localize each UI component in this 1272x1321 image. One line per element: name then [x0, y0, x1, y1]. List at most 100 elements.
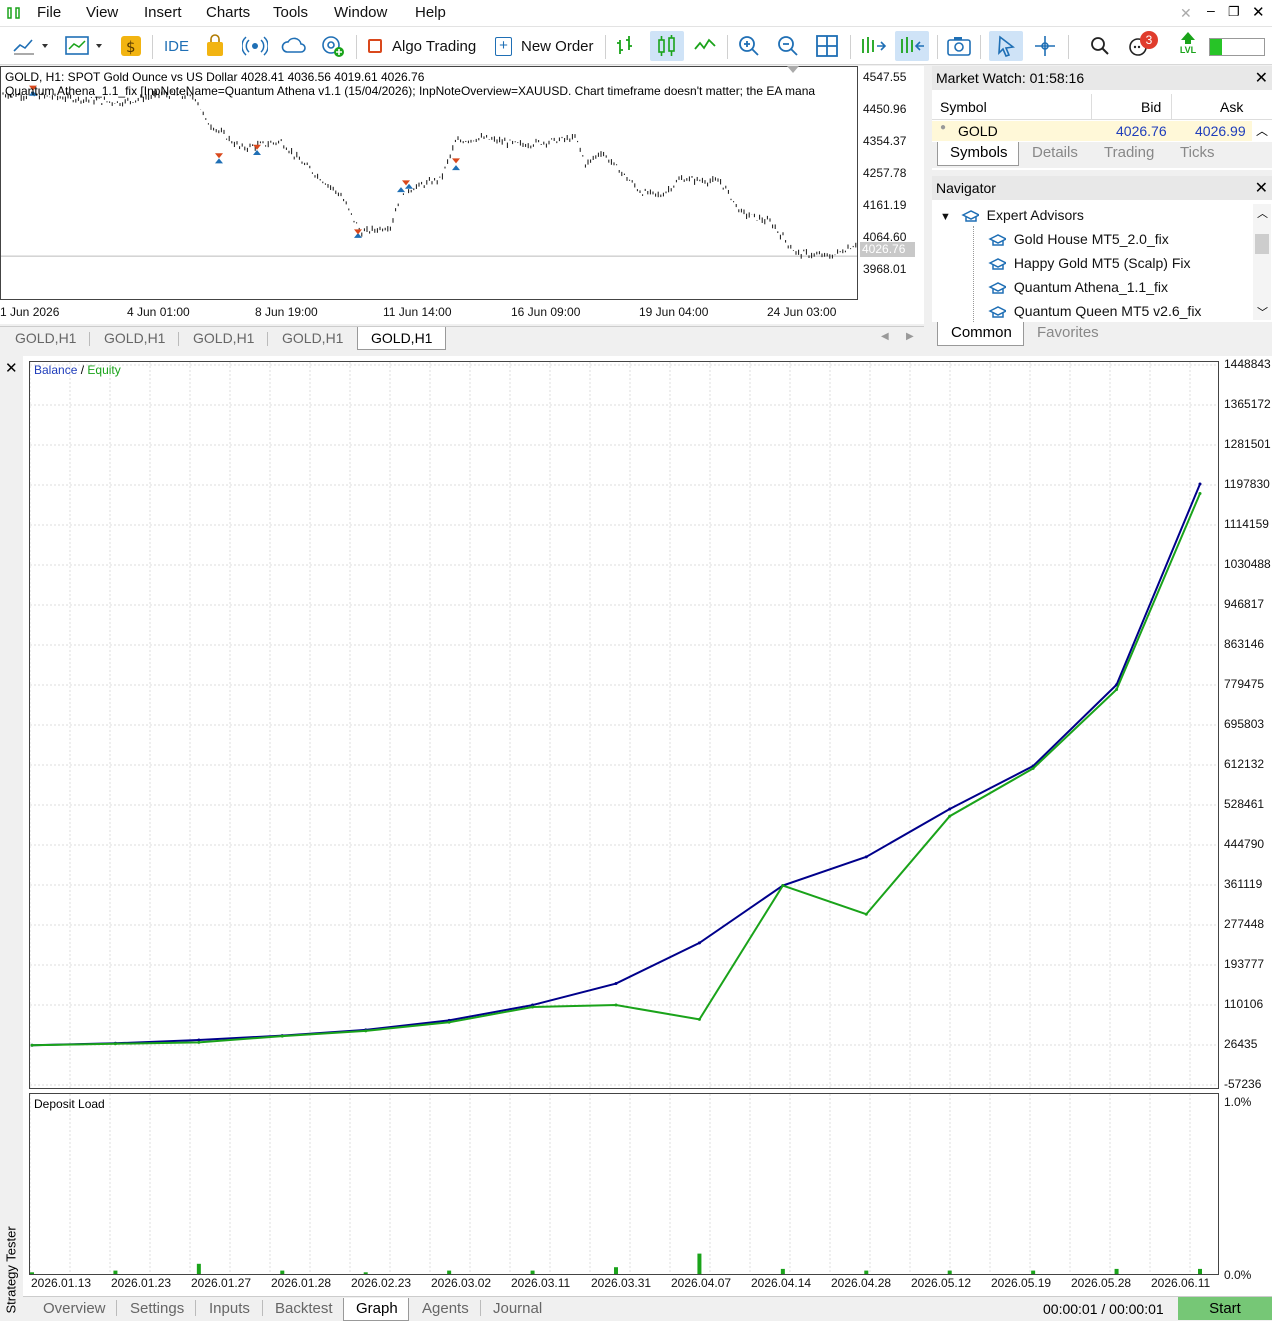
navigator-panel: Navigator ✕ ▼ Expert Advisors Gold House…	[932, 176, 1272, 350]
tab-trading[interactable]: Trading	[1104, 144, 1154, 161]
new-order-button[interactable]: + New Order	[495, 31, 594, 61]
navigator-tabs: Common Favorites	[932, 322, 1272, 350]
lvl-button[interactable]: LVL	[1179, 31, 1197, 61]
deposit-load-bar	[30, 1272, 34, 1274]
screenshot-icon[interactable]	[946, 31, 972, 61]
menu-view[interactable]: View	[86, 4, 118, 21]
x-axis-label: 2026.05.19	[991, 1276, 1052, 1290]
market-bag-icon[interactable]	[204, 31, 226, 61]
scroll-up-icon[interactable]: ︿	[1256, 122, 1268, 139]
menu-file[interactable]: File	[37, 4, 61, 21]
tab-favorites[interactable]: Favorites	[1037, 324, 1099, 341]
restore-icon[interactable]: ❐	[1228, 4, 1240, 20]
column-symbol[interactable]: Symbol	[940, 99, 987, 115]
balance-point	[614, 982, 618, 986]
price-chart-area[interactable]: GOLD, H1: SPOT Gold Ounce vs US Dollar 4…	[0, 66, 858, 300]
sell-arrow-icon	[253, 144, 261, 150]
menu-help[interactable]: Help	[415, 4, 446, 21]
scroll-down-icon[interactable]: ﹀	[1257, 304, 1268, 320]
zoom-in-icon[interactable]	[737, 31, 763, 61]
bar-chart-icon[interactable]	[615, 31, 639, 61]
tab-common[interactable]: Common	[937, 322, 1024, 346]
navigator-scrollbar[interactable]: ︿ ﹀	[1253, 204, 1271, 320]
candlestick-icon[interactable]	[650, 31, 684, 61]
navigator-item[interactable]: Happy Gold MT5 (Scalp) Fix	[988, 255, 1191, 271]
navigator-item-label: Quantum Athena_1.1_fix	[1013, 279, 1168, 295]
notification-badge: 3	[1140, 31, 1158, 49]
equity-point	[113, 1042, 117, 1046]
close-icon[interactable]: ✕	[1255, 68, 1268, 88]
chart-shift-icon[interactable]	[895, 31, 929, 61]
navigator-item[interactable]: Quantum Queen MT5 v2.6_fix	[988, 303, 1201, 319]
tab-chart-2[interactable]: GOLD,H1	[104, 327, 165, 350]
close-icon[interactable]: ✕	[1255, 178, 1268, 198]
close-icon[interactable]: ✕	[1252, 3, 1265, 21]
tab-symbols[interactable]: Symbols	[937, 142, 1019, 166]
line-chart-icon[interactable]	[693, 31, 717, 61]
expert-advisor-icon	[988, 258, 1006, 271]
expert-advisors-folder[interactable]: ▼ Expert Advisors	[940, 207, 1084, 223]
tab-chart-3[interactable]: GOLD,H1	[193, 327, 254, 350]
price-chart-window: GOLD, H1: SPOT Gold Ounce vs US Dollar 4…	[0, 66, 924, 324]
tile-windows-icon[interactable]	[815, 31, 841, 61]
scroll-up-icon[interactable]: ︿	[1257, 205, 1268, 221]
equity-point	[197, 1040, 201, 1044]
navigator-item[interactable]: Gold House MT5_2.0_fix	[988, 231, 1169, 247]
tab-chart-1[interactable]: GOLD,H1	[15, 327, 76, 350]
start-button[interactable]: Start	[1178, 1297, 1272, 1320]
tab-chart-5[interactable]: GOLD,H1	[357, 327, 446, 350]
tab-chart-4[interactable]: GOLD,H1	[282, 327, 343, 350]
chart-line-icon[interactable]	[12, 31, 48, 61]
menu-insert[interactable]: Insert	[144, 4, 182, 21]
notifications-button[interactable]: 3	[1128, 31, 1158, 61]
tab-overview[interactable]: Overview	[43, 1298, 106, 1321]
tab-agents[interactable]: Agents	[422, 1298, 469, 1321]
equity-point	[364, 1029, 368, 1033]
autoscroll-icon[interactable]	[859, 31, 887, 61]
navigator-item[interactable]: Quantum Athena_1.1_fix	[988, 279, 1168, 295]
crosshair-icon[interactable]	[1033, 31, 1057, 61]
balance-equity-graph[interactable]: Balance / Equity	[29, 361, 1219, 1089]
close-icon[interactable]: ✕	[5, 359, 18, 377]
tab-details[interactable]: Details	[1032, 144, 1078, 161]
ide-button[interactable]: IDE	[164, 31, 189, 61]
buy-arrow-icon	[215, 158, 223, 164]
x-axis-label: 2026.05.28	[1071, 1276, 1132, 1290]
tab-journal[interactable]: Journal	[493, 1298, 542, 1321]
chart-template-icon[interactable]	[64, 31, 110, 61]
algo-trading-button[interactable]: Algo Trading	[368, 31, 476, 61]
column-bid[interactable]: Bid	[1141, 99, 1161, 115]
tester-sidebar: ✕ Strategy Tester	[0, 356, 23, 1320]
navigator-title: Navigator	[936, 180, 996, 196]
menu-window[interactable]: Window	[334, 4, 387, 21]
deposit-load-bar	[1198, 1268, 1202, 1274]
x-axis-label: 2026.02.23	[351, 1276, 412, 1290]
pin-icon[interactable]: ✕	[1180, 5, 1192, 22]
cursor-icon[interactable]	[989, 31, 1023, 61]
scroll-thumb[interactable]	[1255, 234, 1269, 254]
add-chart-icon[interactable]	[320, 31, 346, 61]
tab-settings[interactable]: Settings	[130, 1298, 184, 1321]
deposit-load-graph[interactable]: Deposit Load	[29, 1093, 1219, 1275]
minimize-icon[interactable]: –	[1207, 2, 1215, 18]
dollar-icon[interactable]: $	[119, 31, 143, 61]
market-watch-row[interactable]: ● GOLD 4026.76 4026.99	[932, 121, 1252, 141]
tab-backtest[interactable]: Backtest	[275, 1298, 333, 1321]
y-axis-label: 361119	[1224, 877, 1263, 891]
tab-scroll-right-icon[interactable]: ▶	[906, 331, 914, 342]
tab-scroll-left-icon[interactable]: ◀	[881, 331, 889, 342]
x-axis-label: 2026.03.11	[511, 1276, 571, 1290]
tab-graph[interactable]: Graph	[343, 1298, 409, 1321]
chart-header: GOLD, H1: SPOT Gold Ounce vs US Dollar 4…	[5, 70, 425, 84]
tab-ticks[interactable]: Ticks	[1180, 144, 1214, 161]
zoom-out-icon[interactable]	[776, 31, 802, 61]
column-ask[interactable]: Ask	[1220, 99, 1243, 115]
search-icon[interactable]	[1089, 31, 1111, 61]
graph-legend: Balance / Equity	[34, 363, 121, 377]
menu-tools[interactable]: Tools	[273, 4, 308, 21]
tab-inputs[interactable]: Inputs	[209, 1298, 250, 1321]
y-axis-label: 26435	[1224, 1037, 1258, 1051]
menu-charts[interactable]: Charts	[206, 4, 250, 21]
signals-icon[interactable]	[242, 31, 268, 61]
vps-cloud-icon[interactable]	[281, 31, 307, 61]
